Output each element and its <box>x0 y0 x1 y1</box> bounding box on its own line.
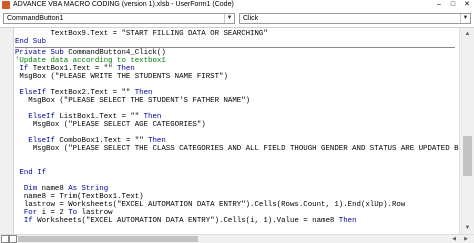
code-text: ComboBox1.Text = "" <box>54 137 149 145</box>
code-line[interactable]: MsgBox ("PLEASE SELECT THE CLASS CATEGOR… <box>15 145 459 154</box>
code-line[interactable]: If Worksheets("EXCEL AUTOMATION DATA ENT… <box>15 217 357 226</box>
minimize-icon[interactable]: – <box>432 0 446 10</box>
code-text: MsgBox ("PLEASE SELECT AGE CATEGORIES") <box>15 121 206 129</box>
window-title: ADVANCE VBA MACRO CODING (version 1).xls… <box>13 1 234 8</box>
scroll-up-icon[interactable]: ▲ <box>460 28 474 40</box>
code-text: Worksheets("EXCEL AUTOMATION DATA ENTRY"… <box>32 217 339 225</box>
code-keyword: If <box>15 217 33 225</box>
code-keyword: If <box>15 65 29 73</box>
close-icon[interactable]: ✕ <box>460 0 474 10</box>
code-keyword: ElseIf <box>15 137 55 145</box>
code-keyword: Then <box>134 89 153 97</box>
code-keyword: Then <box>338 217 357 225</box>
margin-indicator-bar[interactable] <box>0 28 14 234</box>
object-combo[interactable]: CommandButton1 ▼ <box>3 13 235 24</box>
chevron-down-icon[interactable]: ▼ <box>224 14 234 23</box>
scroll-down-icon[interactable]: ▼ <box>460 222 474 234</box>
code-text: MsgBox ("PLEASE SELECT THE STUDENT'S FAT… <box>15 97 251 105</box>
code-editor[interactable]: TextBox9.Text = "START FILLING DATA OR S… <box>0 28 459 234</box>
chevron-down-icon[interactable]: ▼ <box>460 14 470 23</box>
code-text: name8 = Trim(TextBox1.Text) <box>15 193 144 201</box>
code-keyword: As String <box>68 185 109 193</box>
code-keyword: Then <box>148 137 166 145</box>
code-text: i = 2 <box>37 209 69 217</box>
code-text: lastrow <box>77 209 113 217</box>
code-keyword: ElseIf <box>15 89 47 97</box>
procedure-separator <box>15 47 455 48</box>
code-keyword: Dim <box>15 185 38 193</box>
code-keyword: Then <box>143 113 162 121</box>
code-text: TextBox2.Text = "" <box>46 89 135 97</box>
code-keyword: Private Sub <box>15 49 64 57</box>
code-line[interactable]: MsgBox ("PLEASE SELECT THE STUDENT'S FAT… <box>15 97 250 106</box>
code-text: MsgBox ("PLEASE SELECT THE CLASS CATEGOR… <box>15 145 459 153</box>
code-comment: 'Update data according to textbox1 <box>15 57 166 65</box>
code-line[interactable]: MsgBox ("PLEASE SELECT AGE CATEGORIES") <box>15 121 206 130</box>
code-text: TextBox9.Text = "START FILLING DATA OR S… <box>15 30 268 38</box>
code-keyword: ElseIf <box>15 113 55 121</box>
code-text: name8 <box>37 185 69 193</box>
vba-icon <box>2 1 10 9</box>
code-text: CommandButton4_Click() <box>63 49 166 57</box>
code-line[interactable]: TextBox9.Text = "START FILLING DATA OR S… <box>15 30 268 39</box>
code-line[interactable]: MsgBox ("PLEASE WRITE THE STUDENTS NAME … <box>15 73 228 82</box>
code-keyword: For <box>15 209 38 217</box>
window-controls: – □ ✕ <box>432 0 474 10</box>
vertical-scroll-thumb[interactable] <box>463 136 472 176</box>
code-keyword: To <box>68 209 78 217</box>
procedure-combo[interactable]: Click ▼ <box>239 13 471 24</box>
code-text: MsgBox ("PLEASE WRITE THE STUDENTS NAME … <box>15 73 228 81</box>
horizontal-scroll-thumb[interactable] <box>18 236 198 242</box>
code-line[interactable]: End If <box>15 169 46 178</box>
code-text: lastrow = Worksheets("EXCEL AUTOMATION D… <box>15 201 406 209</box>
code-line[interactable]: End Sub <box>15 38 46 47</box>
code-keyword: End If <box>15 169 47 177</box>
vertical-scrollbar[interactable]: ▲ ▼ <box>459 28 474 234</box>
code-keyword: End Sub <box>15 38 47 46</box>
object-combo-value: CommandButton1 <box>7 15 64 22</box>
code-text: ListBox1.Text = "" <box>54 113 144 121</box>
code-lines[interactable]: TextBox9.Text = "START FILLING DATA OR S… <box>15 28 459 234</box>
code-keyword: Then <box>117 65 135 73</box>
maximize-icon[interactable]: □ <box>446 0 460 10</box>
code-window-toolbar: CommandButton1 ▼ Click ▼ <box>0 10 474 28</box>
title-bar: ADVANCE VBA MACRO CODING (version 1).xls… <box>0 0 474 10</box>
procedure-combo-value: Click <box>243 15 259 22</box>
code-text: TextBox1.Text = "" <box>28 65 118 73</box>
